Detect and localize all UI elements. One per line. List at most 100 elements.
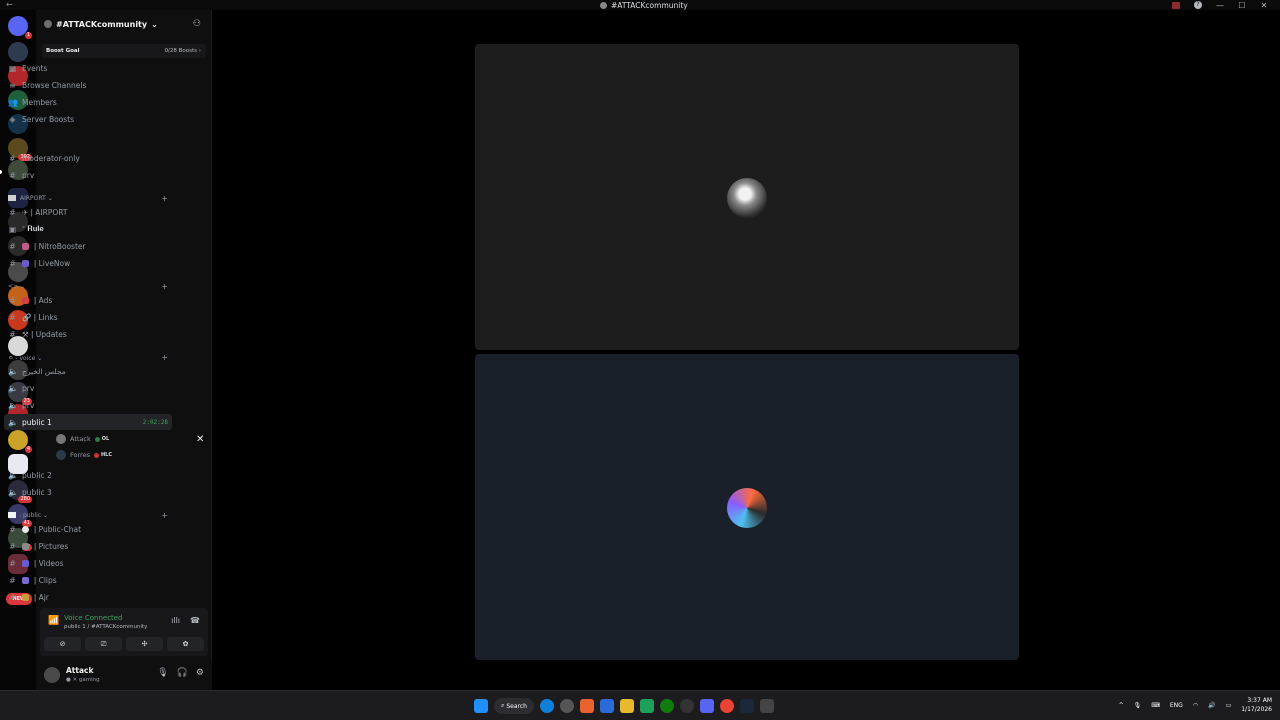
channel-ads[interactable]: # ǀ Ads <box>4 292 172 308</box>
add-channel-icon[interactable]: + <box>161 511 168 520</box>
camera-button[interactable]: ⊘ <box>44 637 81 651</box>
noise-suppression-icon[interactable]: ıllı <box>171 616 180 625</box>
voice-action-buttons: ⊘ ⎚ ✣ ✿ <box>44 637 204 651</box>
soundboard-button[interactable]: ✿ <box>167 637 204 651</box>
channel-pictures[interactable]: # ǀ Pictures <box>4 538 172 554</box>
user-name[interactable]: Attack <box>66 666 93 675</box>
xbox-icon[interactable] <box>660 699 674 713</box>
inbox-icon[interactable] <box>1172 1 1180 9</box>
menu-label: Server Boosts <box>22 114 75 124</box>
windows-start-icon[interactable] <box>474 699 488 713</box>
avatar[interactable] <box>44 667 60 683</box>
hash-icon: # <box>9 575 16 585</box>
close-button[interactable]: ✕ <box>1260 1 1268 10</box>
headphones-icon[interactable]: 🎧 <box>177 668 188 678</box>
chevron-up-icon[interactable]: ^ <box>1119 702 1124 709</box>
add-channel-icon[interactable]: + <box>161 282 168 291</box>
app-icon[interactable] <box>580 699 594 713</box>
channel-nitrobooster[interactable]: # ǀ NitroBooster <box>4 238 172 254</box>
chrome-icon[interactable] <box>720 699 734 713</box>
channel-public-chat[interactable]: # ǀ Public-Chat <box>4 521 172 537</box>
server-icon[interactable] <box>8 42 28 62</box>
language-indicator[interactable]: ENG <box>1170 702 1183 709</box>
menu-browse-channels[interactable]: ≡ Browse Channels <box>4 77 172 93</box>
discord-icon[interactable] <box>700 699 714 713</box>
voice-channel-public-1[interactable]: 🔈 public 1 2:02:28 <box>4 414 172 430</box>
channel-ajr[interactable]: # ǀ Ajr <box>4 589 172 605</box>
server-header[interactable]: #ATTACKcommunity ⌄ <box>36 10 212 38</box>
channel-clips[interactable]: # ǀ Clips <box>4 572 172 588</box>
category-airport[interactable]: AIRPORT ⌄ + <box>8 193 172 203</box>
voice-user-forres[interactable]: Forres HLC <box>56 448 112 462</box>
screen-share-button[interactable]: ⎚ <box>85 637 122 651</box>
microphone-icon[interactable]: 🎙 <box>157 668 168 678</box>
avatar <box>727 178 767 218</box>
channel-livenow[interactable]: # ǀ LiveNow <box>4 255 172 271</box>
emoji-icon <box>22 242 29 250</box>
edge-icon[interactable] <box>540 699 554 713</box>
members-icon: 👥 <box>8 97 18 107</box>
channel-label: ǀ Videos <box>34 558 64 568</box>
maximize-button[interactable]: ☐ <box>1238 1 1246 10</box>
voice-channel-public-3[interactable]: 🔈 public 3 <box>4 484 172 500</box>
channel-label: ǀ Ads <box>34 295 53 305</box>
clock[interactable]: 3:37 AM 1/17/2026 <box>1241 696 1272 714</box>
battery-icon[interactable]: ▭ <box>1226 702 1232 709</box>
video-icon <box>22 559 29 567</box>
discord-home-icon[interactable]: 1 <box>8 16 32 39</box>
menu-server-boosts[interactable]: ◈ Server Boosts <box>4 111 172 127</box>
folder-icon[interactable] <box>620 699 634 713</box>
voice-channel-prv-2[interactable]: 🔈 prv <box>4 397 172 413</box>
speaker-icon: 🔈 <box>8 470 18 480</box>
channel-videos[interactable]: # ǀ Videos <box>4 555 172 571</box>
menu-events[interactable]: ▦ Events <box>4 60 172 76</box>
window-title: #ATTACKcommunity <box>600 0 688 10</box>
server-icon[interactable]: 4 <box>8 430 32 453</box>
boost-goal-bar[interactable]: Boost Goal 0/28 Boosts › <box>42 44 206 58</box>
add-channel-icon[interactable]: + <box>161 194 168 203</box>
help-icon[interactable]: ? <box>1194 1 1202 9</box>
channel-prv[interactable]: # prv <box>4 167 172 183</box>
gear-icon[interactable]: ⚙ <box>196 668 204 678</box>
app-icon[interactable] <box>680 699 694 713</box>
participant-tile-forres[interactable] <box>475 354 1019 660</box>
volume-icon[interactable]: 🔊 <box>1208 702 1215 709</box>
taskbar-search[interactable]: ⌕ Search <box>494 698 534 714</box>
back-arrow-icon[interactable]: ← <box>6 0 13 10</box>
add-user-icon[interactable]: ⚇ <box>193 19 201 29</box>
disconnect-user-icon[interactable]: ✕ <box>196 434 204 445</box>
menu-members[interactable]: 👥 Members <box>4 94 172 110</box>
voice-user-attack[interactable]: Attack OL <box>56 432 109 446</box>
participant-tile-attack[interactable] <box>475 44 1019 350</box>
voice-channel-public-2[interactable]: 🔈 public 2 <box>4 467 172 483</box>
category-symbols[interactable]: <> ⌄ + <box>8 281 172 291</box>
channel-moderator-only[interactable]: # moderator-only <box>4 150 172 166</box>
settings-app-icon[interactable] <box>560 699 574 713</box>
channel-links[interactable]: # 🔗 ǀ Links <box>4 309 172 325</box>
wifi-icon[interactable]: ◠ <box>1193 702 1198 709</box>
hash-icon: # <box>9 295 16 305</box>
minimize-button[interactable]: — <box>1216 1 1224 10</box>
channel-label: public 3 <box>22 487 52 497</box>
category-voice[interactable]: ㅇ - voice ⌄ + <box>8 352 172 362</box>
microphone-icon[interactable]: 🎙 <box>1134 702 1142 709</box>
search-icon: ⌕ <box>501 702 505 709</box>
voice-channel-majlis[interactable]: 🔈 مجلس الخيرج <box>4 363 172 379</box>
channel-rule[interactable]: ▣ ᐨ 𝐑𝐮𝐥𝐞 <box>4 221 172 237</box>
voice-location[interactable]: public 1 / #ATTACKcommunity <box>64 624 147 630</box>
mail-icon[interactable] <box>600 699 614 713</box>
voice-channel-prv[interactable]: 🔈 prv <box>4 380 172 396</box>
activities-button[interactable]: ✣ <box>126 637 163 651</box>
keyboard-icon[interactable]: ⌨ <box>1151 702 1160 709</box>
channel-airport[interactable]: # ✈ ǀ AIRPORT <box>4 204 172 220</box>
app-icon[interactable] <box>760 699 774 713</box>
category-public[interactable]: ᵢ public ⌄ + <box>8 510 172 520</box>
app-icon[interactable] <box>640 699 654 713</box>
add-channel-icon[interactable]: + <box>161 353 168 362</box>
channel-updates[interactable]: # ⚒ ǀ Updates <box>4 326 172 342</box>
steam-icon[interactable] <box>740 699 754 713</box>
disconnect-icon[interactable]: ☎ <box>190 616 200 625</box>
voice-status[interactable]: Voice Connected <box>64 614 123 622</box>
clock-date: 1/17/2026 <box>1241 706 1272 713</box>
channel-label: ✈ ǀ AIRPORT <box>22 207 68 217</box>
